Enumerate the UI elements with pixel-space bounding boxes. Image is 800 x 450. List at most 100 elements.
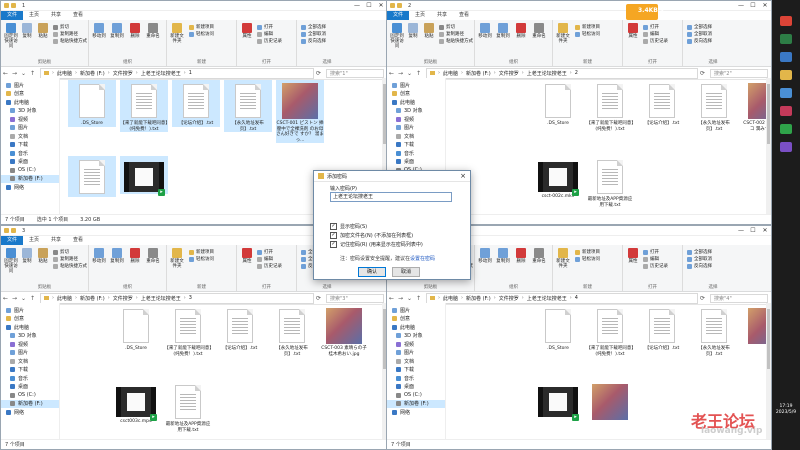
cut-button[interactable]: 剪切 [439,24,455,30]
new-item-button[interactable]: 新建项目 [575,249,600,255]
forward-icon[interactable]: → [396,295,405,302]
refresh-icon[interactable]: ⟳ [314,70,323,77]
breadcrumb-item[interactable]: 上老王论坛搜老王 [141,295,181,302]
recent-chevron-icon[interactable]: ⌄ [19,295,28,302]
delete-button[interactable]: 删除 [513,23,529,39]
breadcrumb-item[interactable]: 此电脑 [443,295,458,302]
invert-selection-button[interactable]: 反向选择 [687,38,712,44]
up-icon[interactable]: ↑ [414,70,423,77]
nav-item[interactable]: 下载 [1,141,59,150]
folder-icon[interactable] [390,3,395,8]
breadcrumb[interactable]: › 此电脑 › 新加卷 (F:) › 文件搜罗 › 上老王论坛搜老王 › 1 [40,67,314,79]
nav-item[interactable]: 图片 [387,124,445,133]
nav-item[interactable]: 文档 [387,132,445,141]
history-button[interactable]: 历史记录 [257,38,282,44]
tab-home[interactable]: 主页 [409,11,431,20]
open-button[interactable]: 打开 [643,24,659,30]
nav-item[interactable]: 此电脑 [387,323,445,332]
nav-item[interactable]: 网络 [1,183,59,192]
breadcrumb-item[interactable]: 上老王论坛搜老王 [141,70,181,77]
edit-button[interactable]: 编辑 [643,31,659,37]
scrollbar-thumb[interactable] [767,309,770,369]
select-all-button[interactable]: 全部选择 [687,249,712,255]
back-icon[interactable]: ← [387,70,396,77]
app-icon[interactable] [780,142,792,152]
file-item[interactable] [68,156,116,197]
nav-item[interactable]: 此电脑 [387,98,445,107]
nav-item[interactable]: 3D 对象 [1,332,59,341]
pin-button[interactable]: 固定到快速访问 [3,248,19,274]
minimize-icon[interactable]: — [735,1,747,10]
easy-access-button[interactable]: 轻松访问 [189,31,214,37]
search-input[interactable]: 搜索"1" [326,68,384,78]
nav-item[interactable]: 图片 [1,81,59,90]
nav-item[interactable]: OS (C:) [1,166,59,175]
nav-item[interactable]: 视频 [1,115,59,124]
show-password-checkbox[interactable]: ✓ 显示密码(S) [330,223,367,230]
file-item[interactable]: 【永久地址发布页】.txt [224,80,272,132]
easy-access-button[interactable]: 轻松访问 [189,256,214,262]
nav-item[interactable]: 桌面 [387,383,445,392]
properties-button[interactable]: 属性 [625,23,641,39]
back-icon[interactable]: ← [1,295,10,302]
search-input[interactable]: 搜索"2" [710,68,768,78]
file-item[interactable]: .DS_Store [534,305,582,352]
file-item[interactable]: CSCT-001 ピストン 挿膣中で全裸洗剤 のお母さん好きで すか？ 溜まっ.… [276,80,324,143]
breadcrumb-item[interactable]: 文件搜罗 [113,70,133,77]
breadcrumb-item[interactable]: 此电脑 [443,70,458,77]
breadcrumb-item[interactable]: 文件搜罗 [499,295,519,302]
nav-item[interactable]: 音乐 [1,149,59,158]
back-icon[interactable]: ← [1,70,10,77]
rename-button[interactable]: 重命名 [145,23,161,39]
rename-button[interactable]: 重命名 [145,248,161,264]
breadcrumb-item[interactable]: 2 [575,70,578,76]
cut-button[interactable]: 剪切 [53,249,69,255]
scrollbar-thumb[interactable] [767,84,770,144]
remember-password-checkbox[interactable]: ✓ 记住密码(R) (用来显示在密码列表中) [330,241,423,248]
select-all-button[interactable]: 全部选择 [301,24,326,30]
pin-button[interactable]: 固定到快速访问 [3,23,19,49]
search-input[interactable]: 搜索"3" [326,293,384,303]
tab-file[interactable]: 文件 [1,236,24,245]
nav-item[interactable]: 创意 [1,90,59,99]
maximize-icon[interactable]: ☐ [363,1,375,10]
clock[interactable]: 17:19 2023/5/9 [774,404,798,416]
file-item[interactable]: .DS_Store [112,305,160,352]
checkbox-box[interactable]: ✓ [330,223,337,230]
breadcrumb-item[interactable]: 1 [189,70,192,76]
new-folder-button[interactable]: 新建文件夹 [555,248,571,269]
copy-path-button[interactable]: 复制路径 [53,31,78,37]
tab-file[interactable]: 文件 [1,11,24,20]
open-button[interactable]: 打开 [643,249,659,255]
breadcrumb-item[interactable]: 文件搜罗 [499,70,519,77]
file-item[interactable]: 【来了就能下载吧同意】(纯免费！).txt [120,80,168,132]
app-icon[interactable] [780,106,792,116]
back-icon[interactable]: ← [387,295,396,302]
nav-item[interactable]: 网络 [387,408,445,417]
nav-item[interactable]: 音乐 [387,149,445,158]
nav-item[interactable]: 3D 对象 [387,332,445,341]
folder-icon[interactable] [11,3,16,8]
nav-item[interactable]: 新加卷 (F:) [1,174,59,183]
nav-item[interactable]: 视频 [387,115,445,124]
nav-item[interactable]: 创意 [387,90,445,99]
app-icon[interactable] [780,124,792,134]
up-icon[interactable]: ↑ [28,70,37,77]
select-none-button[interactable]: 全部取消 [687,31,712,37]
nav-item[interactable]: 文档 [387,357,445,366]
rename-button[interactable]: 重命名 [531,23,547,39]
history-button[interactable]: 历史记录 [643,38,668,44]
paste-shortcut-button[interactable]: 粘贴快捷方式 [53,263,87,269]
encrypt-filenames-checkbox[interactable]: ✓ 加密文件名(N) (不添加在列表框) [330,232,413,239]
cut-button[interactable]: 剪切 [53,24,69,30]
breadcrumb-item[interactable]: 新加卷 (F:) [80,295,105,302]
maximize-icon[interactable]: ☐ [747,226,759,235]
tab-view[interactable]: 查看 [67,11,89,20]
paste-shortcut-button[interactable]: 粘贴快捷方式 [439,38,473,44]
maximize-icon[interactable]: ☐ [747,1,759,10]
file-item[interactable]: .DS_Store [534,80,582,127]
tab-share[interactable]: 共享 [45,11,67,20]
file-item[interactable]: 【永久地址发布页】.txt [268,305,316,357]
nav-item[interactable]: 此电脑 [1,98,59,107]
nav-item[interactable]: 新加卷 (F:) [387,399,445,408]
